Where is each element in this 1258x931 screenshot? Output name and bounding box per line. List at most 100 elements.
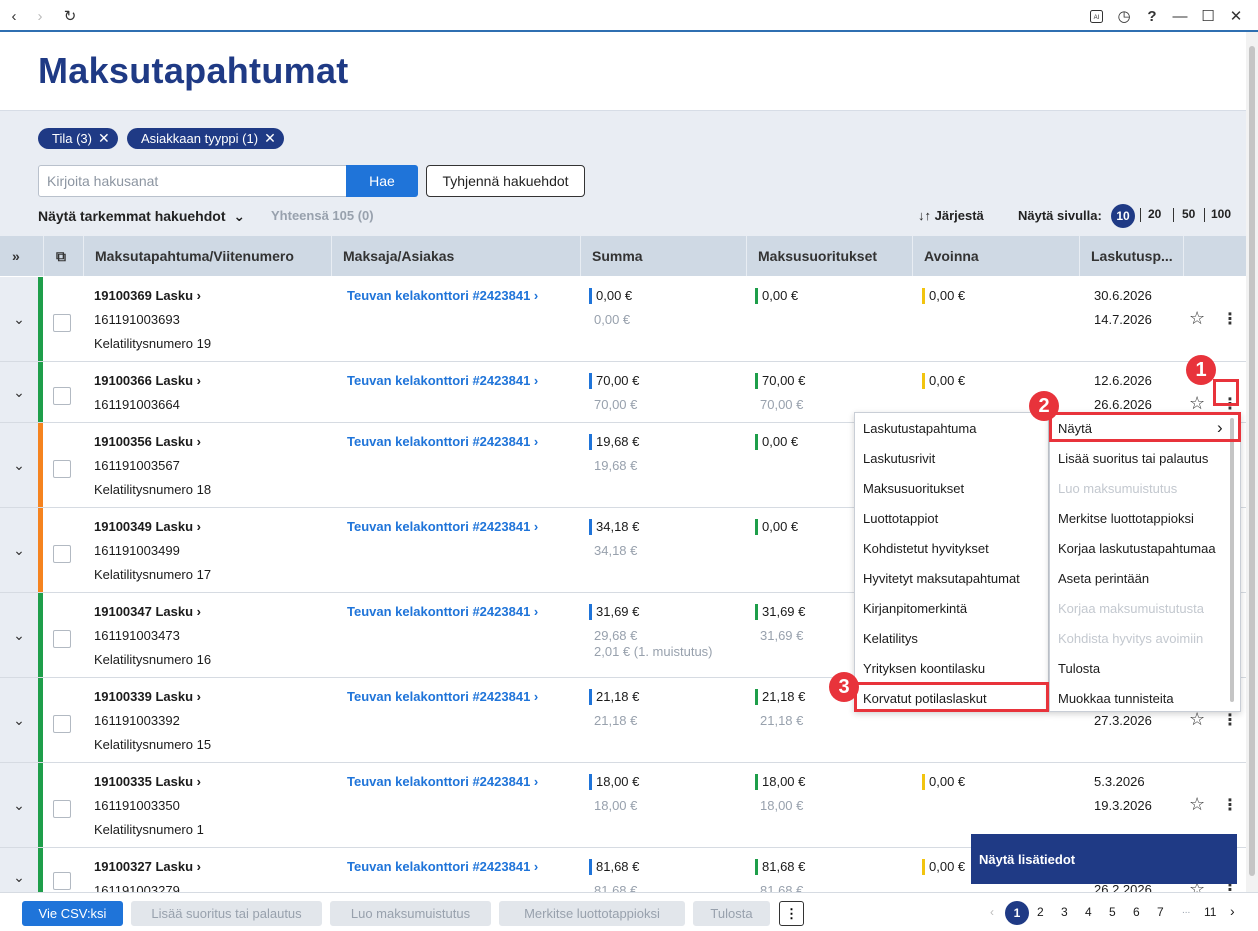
row-checkbox[interactable] — [53, 872, 71, 890]
forward-icon[interactable]: › — [30, 6, 50, 26]
expand-row-icon[interactable]: ⌄ — [0, 277, 38, 361]
page-1[interactable]: 1 — [1005, 901, 1029, 925]
search-input[interactable] — [38, 165, 347, 197]
payer-link[interactable]: Teuvan kelakonttori #2423841 › — [347, 434, 538, 449]
star-icon[interactable]: ☆ — [1189, 308, 1205, 329]
row-menu-icon[interactable]: ⋮ — [1222, 309, 1238, 329]
transaction-link[interactable]: 19100327 Lasku › — [94, 859, 201, 874]
submenu-item[interactable]: Hyvitetyt maksutapahtumat — [863, 571, 1020, 586]
submenu-item[interactable]: Kelatilitys — [863, 631, 918, 646]
col-header-billing-date[interactable]: Laskutusp... — [1079, 236, 1183, 276]
print-button[interactable]: Tulosta — [693, 901, 770, 926]
payer-link[interactable]: Teuvan kelakonttori #2423841 › — [347, 288, 538, 303]
star-icon[interactable]: ☆ — [1189, 393, 1205, 414]
search-button[interactable]: Hae — [346, 165, 418, 197]
remove-chip-icon[interactable]: ✕ — [98, 130, 110, 147]
submenu-item[interactable]: Laskutustapahtuma — [863, 421, 976, 436]
col-header-payer[interactable]: Maksaja/Asiakas — [331, 236, 580, 276]
per-page-50[interactable]: 50 — [1182, 207, 1195, 221]
transaction-link[interactable]: 19100339 Lasku › — [94, 689, 201, 704]
page-2[interactable]: 2 — [1037, 905, 1044, 919]
more-filters-toggle[interactable]: Näytä tarkemmat hakuehdot ⌄ — [38, 208, 245, 225]
payer-link[interactable]: Teuvan kelakonttori #2423841 › — [347, 689, 538, 704]
reload-icon[interactable]: ↻ — [60, 6, 80, 26]
row-checkbox[interactable] — [53, 800, 71, 818]
help-icon[interactable]: ? — [1142, 6, 1162, 26]
action-menu-item[interactable]: Lisää suoritus tai palautus — [1058, 451, 1208, 466]
sort-button[interactable]: ↓↑ Järjestä — [918, 208, 984, 223]
page-6[interactable]: 6 — [1133, 905, 1140, 919]
submenu-item[interactable]: Maksusuoritukset — [863, 481, 964, 496]
maximize-icon[interactable]: ☐ — [1198, 6, 1218, 26]
col-header-payments[interactable]: Maksusuoritukset — [746, 236, 912, 276]
expand-row-icon[interactable]: ⌄ — [0, 678, 38, 762]
action-menu-item[interactable]: Korjaa laskutustapahtumaa — [1058, 541, 1216, 556]
close-icon[interactable]: ✕ — [1226, 6, 1246, 26]
row-menu-icon[interactable]: ⋮ — [1222, 795, 1238, 815]
col-header-transaction[interactable]: Maksutapahtuma/Viitenumero — [83, 236, 331, 276]
col-header-open[interactable]: Avoinna — [912, 236, 1079, 276]
transaction-link[interactable]: 19100366 Lasku › — [94, 373, 201, 388]
expand-row-icon[interactable]: ⌄ — [0, 593, 38, 677]
transaction-link[interactable]: 19100356 Lasku › — [94, 434, 201, 449]
menu-scroll-thumb[interactable] — [1230, 418, 1234, 702]
filter-chip-customer-type[interactable]: Asiakkaan tyyppi (1) ✕ — [127, 128, 284, 149]
details-panel[interactable]: Näytä lisätiedot — [971, 834, 1237, 884]
col-header-sum[interactable]: Summa — [580, 236, 746, 276]
submenu-item[interactable]: Laskutusrivit — [863, 451, 935, 466]
transaction-link[interactable]: 19100347 Lasku › — [94, 604, 201, 619]
per-page-100[interactable]: 100 — [1211, 207, 1231, 221]
more-actions-button[interactable]: ⋮ — [779, 901, 804, 926]
submenu-item[interactable]: Kirjanpitomerkintä — [863, 601, 967, 616]
payer-link[interactable]: Teuvan kelakonttori #2423841 › — [347, 604, 538, 619]
row-checkbox[interactable] — [53, 715, 71, 733]
select-all-icon[interactable]: ⧉ — [43, 236, 83, 276]
page-11[interactable]: 11 — [1204, 905, 1216, 919]
remove-chip-icon[interactable]: ✕ — [264, 130, 276, 147]
export-csv-button[interactable]: Vie CSV:ksi — [22, 901, 123, 926]
row-checkbox[interactable] — [53, 387, 71, 405]
filter-chip-tila[interactable]: Tila (3) ✕ — [38, 128, 118, 149]
per-page-10[interactable]: 10 — [1111, 204, 1135, 228]
row-checkbox[interactable] — [53, 314, 71, 332]
expand-all-icon[interactable]: » — [0, 236, 38, 276]
action-menu-item[interactable]: Tulosta — [1058, 661, 1100, 676]
expand-row-icon[interactable]: ⌄ — [0, 423, 38, 507]
prev-page-icon[interactable]: ‹ — [990, 905, 994, 919]
action-menu-item[interactable]: Aseta perintään — [1058, 571, 1149, 586]
payer-link[interactable]: Teuvan kelakonttori #2423841 › — [347, 519, 538, 534]
ai-icon[interactable]: AI — [1086, 6, 1106, 26]
page-5[interactable]: 5 — [1109, 905, 1116, 919]
transaction-link[interactable]: 19100369 Lasku › — [94, 288, 201, 303]
expand-row-icon[interactable]: ⌄ — [0, 763, 38, 847]
submenu-item[interactable]: Yrityksen koontilasku — [863, 661, 985, 676]
create-reminder-button[interactable]: Luo maksumuistutus — [330, 901, 491, 926]
expand-row-icon[interactable]: ⌄ — [0, 362, 38, 422]
row-checkbox[interactable] — [53, 545, 71, 563]
minimize-icon[interactable]: — — [1170, 6, 1190, 26]
clear-filters-button[interactable]: Tyhjennä hakuehdot — [426, 165, 585, 197]
star-icon[interactable]: ☆ — [1189, 794, 1205, 815]
payer-link[interactable]: Teuvan kelakonttori #2423841 › — [347, 859, 538, 874]
scroll-thumb[interactable] — [1249, 46, 1255, 876]
submenu-item[interactable]: Kohdistetut hyvitykset — [863, 541, 989, 556]
transaction-link[interactable]: 19100335 Lasku › — [94, 774, 201, 789]
payer-link[interactable]: Teuvan kelakonttori #2423841 › — [347, 774, 538, 789]
action-menu-item[interactable]: Muokkaa tunnisteita — [1058, 691, 1174, 706]
page-4[interactable]: 4 — [1085, 905, 1092, 919]
add-payment-button[interactable]: Lisää suoritus tai palautus — [131, 901, 322, 926]
row-menu-icon[interactable]: ⋮ — [1222, 710, 1238, 730]
history-icon[interactable]: ◷ — [1114, 6, 1134, 26]
next-page-icon[interactable]: › — [1230, 903, 1235, 919]
back-icon[interactable]: ‹ — [4, 6, 24, 26]
row-checkbox[interactable] — [53, 460, 71, 478]
expand-row-icon[interactable]: ⌄ — [0, 508, 38, 592]
transaction-link[interactable]: 19100349 Lasku › — [94, 519, 201, 534]
page-3[interactable]: 3 — [1061, 905, 1068, 919]
per-page-20[interactable]: 20 — [1148, 207, 1161, 221]
page-7[interactable]: 7 — [1157, 905, 1164, 919]
action-menu-item[interactable]: Merkitse luottotappioksi — [1058, 511, 1194, 526]
row-checkbox[interactable] — [53, 630, 71, 648]
star-icon[interactable]: ☆ — [1189, 709, 1205, 730]
mark-credit-loss-button[interactable]: Merkitse luottotappioksi — [499, 901, 685, 926]
